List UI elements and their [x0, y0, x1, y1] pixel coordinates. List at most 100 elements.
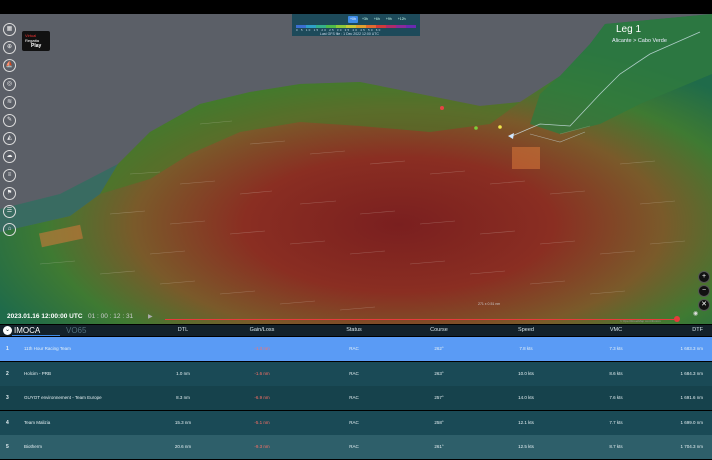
rank: 2: [6, 370, 9, 377]
time-bar: 2023.01.16 12:00:00 UTC 01 : 00 : 12 : 3…: [0, 305, 712, 325]
speed-cell: 14.0 kts: [518, 395, 534, 401]
vmc-cell: 7.3 kts: [609, 346, 623, 351]
zoom-in-button[interactable]: +: [698, 271, 710, 283]
column-header[interactable]: Status: [346, 327, 362, 333]
column-header[interactable]: DTL: [178, 327, 188, 333]
time-slider[interactable]: [165, 319, 677, 320]
status-cell: RAC: [349, 370, 359, 376]
status-cell: RAC: [349, 444, 359, 450]
rank: 1: [6, 346, 9, 352]
dtf-cell: 1 691.6 nm: [680, 395, 703, 401]
exclusion-zone-east: [512, 147, 540, 169]
chart-icon[interactable]: ⌂: [3, 223, 16, 237]
skipper-name: Holcim - PRB: [24, 370, 52, 376]
column-header[interactable]: VMC: [610, 327, 622, 333]
time-slider-handle[interactable]: [674, 316, 680, 322]
crosshair-icon[interactable]: ⊕: [3, 41, 16, 55]
dtf-cell: 1 683.3 nm: [680, 346, 703, 351]
table-row[interactable]: 3 GUYOT environnement - Team Europe 8.3 nm…: [0, 386, 712, 411]
vmc-cell: 7.7 kts: [609, 419, 623, 425]
wind-icon[interactable]: ≋: [3, 95, 16, 109]
speed-cell: 10.0 kts: [518, 370, 534, 376]
dtf-cell: 1 699.0 nm: [680, 419, 703, 425]
column-header[interactable]: DTF: [692, 327, 703, 333]
speed-cell: 12.1 kts: [518, 419, 534, 425]
column-header[interactable]: Speed: [518, 327, 534, 333]
forecast-option[interactable]: +12h: [396, 16, 408, 23]
play-icon[interactable]: ▶: [148, 313, 153, 320]
wind-map[interactable]: Virtual Regatta Play: [0, 14, 712, 324]
boat-marker[interactable]: [498, 125, 502, 129]
forecast-option[interactable]: +3h: [360, 16, 370, 23]
top-bar: [0, 0, 712, 14]
race-viewer: Virtual Regatta Play ▦ ⊕ ⛵ ◎ ≋ ✎ ◭ ☁ ≡ ⚑ ☰ ⌂ +0h +3h…: [0, 0, 712, 460]
dtl-cell: 15.3 nm: [174, 419, 192, 425]
leg-title: Leg 1: [616, 24, 642, 35]
wind-legend: +0h +3h +6h +9h +12h 0 5 10 15 20 25 30 35 4…: [292, 14, 420, 36]
logo-line3: Play: [31, 43, 42, 49]
table-row[interactable]: 4 Team Malizia 15.3 nm -5.1 nm RAC 258° 12.1 k…: [0, 410, 712, 435]
leg-route: Alicante > Cabo Verde: [612, 38, 667, 44]
rank: 5: [6, 444, 9, 451]
map-canvas[interactable]: [0, 14, 712, 324]
current-date: 2023.01.16 12:00:00 UTC: [7, 313, 83, 320]
vmc-cell: 7.6 kts: [609, 395, 623, 401]
elapsed-time: 01 : 00 : 12 : 31: [88, 313, 134, 320]
gain-cell: -5.1 nm: [254, 419, 270, 425]
status-cell: RAC: [349, 346, 359, 351]
grid-icon[interactable]: ▦: [3, 23, 16, 36]
vmc-cell: 8.6 kts: [609, 370, 623, 376]
map-toolbar: ▦ ⊕ ⛵ ◎ ≋ ✎ ◭ ☁ ≡ ⚑ ☰ ⌂: [3, 23, 17, 241]
boat-icon[interactable]: ⛵: [3, 59, 16, 73]
gain-cell: -6.9 nm: [254, 395, 270, 401]
gain-cell: -9.3 nm: [254, 444, 270, 450]
course-cell: 262°: [434, 346, 444, 351]
forecast-option[interactable]: +9h: [384, 16, 394, 23]
course-cell: 263°: [434, 370, 444, 376]
course-cell: 261°: [434, 444, 444, 450]
gain-cell: -1.6 nm: [254, 370, 270, 376]
virtual-regatta-logo: Virtual Regatta Play: [22, 31, 50, 51]
gain-cell: -1.3 nm: [254, 346, 270, 351]
weather-icon[interactable]: ☁: [3, 150, 16, 164]
status-cell: RAC: [349, 419, 359, 425]
table-row[interactable]: 1 11th Hour Racing Team -1.3 nm RAC 262° 7.8 …: [0, 337, 712, 361]
status-cell: RAC: [349, 395, 359, 401]
vmc-cell: 8.7 kts: [609, 444, 623, 450]
boat-marker[interactable]: [440, 106, 444, 110]
column-header[interactable]: Course: [430, 327, 448, 333]
dtl-cell: 8.3 nm: [176, 395, 190, 401]
skipper-name: Team Malizia: [24, 419, 51, 425]
dtl-cell: 20.6 nm: [174, 444, 192, 450]
pencil-icon[interactable]: ✎: [3, 113, 16, 127]
active-tab-indicator: [12, 335, 60, 336]
table-row[interactable]: 5 Biotherm 20.6 nm -9.3 nm RAC 261° 12.5 kts 8.…: [0, 435, 712, 460]
collapse-ranking-icon[interactable]: ⌄: [3, 326, 12, 335]
tab-vo65[interactable]: VO65: [66, 326, 86, 336]
compass-icon[interactable]: ◎: [3, 77, 16, 91]
skipper-name: GUYOT environnement - Team Europe: [24, 395, 102, 401]
dtf-cell: 1 704.3 nm: [680, 444, 703, 450]
dtf-cell: 1 684.3 nm: [680, 370, 703, 376]
zoom-out-button[interactable]: −: [698, 285, 710, 297]
rank: 4: [6, 419, 9, 426]
course-cell: 258°: [434, 419, 444, 425]
fleet-icon[interactable]: ⚑: [3, 186, 16, 200]
forecast-option[interactable]: +6h: [372, 16, 382, 23]
sail-icon[interactable]: ◭: [3, 132, 16, 146]
forecast-option[interactable]: +0h: [348, 16, 358, 23]
column-header[interactable]: Gain/Loss: [250, 327, 275, 333]
speed-cell: 12.5 kts: [518, 444, 534, 450]
time-slider-fill: [165, 319, 677, 320]
boat-marker[interactable]: [474, 126, 478, 130]
rank: 3: [6, 395, 9, 402]
forecast-time-selector: +0h +3h +6h +9h +12h: [348, 16, 408, 23]
speed-cell: 7.8 kts: [519, 346, 533, 351]
table-row[interactable]: 2 Holcim - PRB 1.0 nm -1.6 nm RAC 263° 10.0 kt…: [0, 361, 712, 386]
dtl-cell: 1.0 nm: [176, 370, 190, 376]
course-cell: 257°: [434, 395, 444, 401]
layers-icon[interactable]: ≡: [3, 168, 16, 182]
forecast-caption: Last GFS file : 1 Dec 2022 12:00 UTC: [320, 32, 379, 36]
skipper-name: Biotherm: [24, 444, 43, 450]
ranking-icon[interactable]: ☰: [3, 204, 16, 218]
